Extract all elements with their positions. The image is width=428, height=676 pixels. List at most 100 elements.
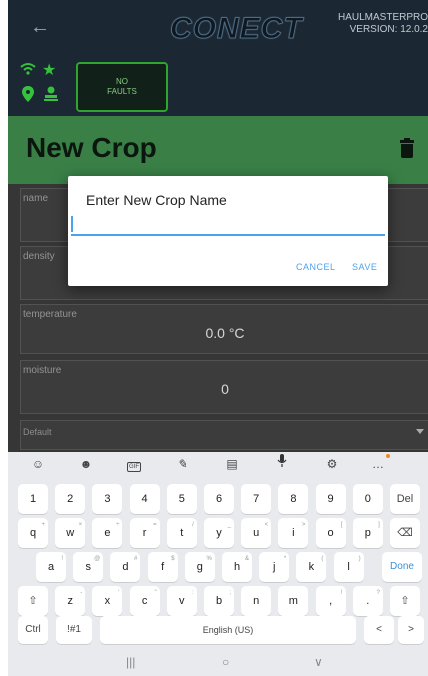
key-secondary-label: ) xyxy=(358,556,361,562)
back-nav-icon[interactable]: ∨ xyxy=(314,655,323,669)
key-label: y xyxy=(216,527,222,539)
mic-icon[interactable] xyxy=(270,454,294,474)
location-pin-icon xyxy=(22,86,34,105)
key-4-10[interactable]: ⇧ xyxy=(390,586,420,616)
key-3-9[interactable]: Done xyxy=(382,552,422,582)
notification-dot xyxy=(386,454,390,458)
key-label: 9 xyxy=(327,493,334,505)
key-3-5[interactable]: h & xyxy=(222,552,252,582)
key-2-0[interactable]: q + xyxy=(18,518,48,548)
handwriting-icon[interactable]: ✎ xyxy=(170,454,194,474)
key-secondary-label: < xyxy=(264,522,269,528)
cancel-button[interactable]: CANCEL xyxy=(296,262,336,272)
symbols-key[interactable]: !#1 xyxy=(56,616,92,644)
key-secondary-label: ? xyxy=(376,590,380,596)
key-label: n xyxy=(253,595,260,607)
key-4-3[interactable]: c " xyxy=(129,586,160,616)
key-secondary-label: * xyxy=(283,556,287,562)
ctrl-key[interactable]: Ctrl xyxy=(18,616,48,644)
person-icon xyxy=(44,86,58,105)
key-3-2[interactable]: d # xyxy=(110,552,141,582)
key-secondary-label: _ xyxy=(227,522,231,528)
key-label: 2 xyxy=(67,493,74,505)
key-label: Done xyxy=(390,561,414,572)
key-label: s xyxy=(85,561,91,573)
key-secondary-label: [ xyxy=(340,522,343,528)
key-label: 7 xyxy=(253,493,260,505)
key-label: g xyxy=(196,561,203,573)
key-label: o xyxy=(327,527,334,539)
key-label: > xyxy=(408,624,414,635)
key-3-4[interactable]: g% xyxy=(184,552,215,582)
key-4-5[interactable]: b; xyxy=(204,586,234,616)
key-4-2[interactable]: x ' xyxy=(92,586,123,616)
key-secondary-label: ( xyxy=(321,556,324,562)
key-label: Ctrl xyxy=(25,624,41,635)
dialog-title: Enter New Crop Name xyxy=(86,192,227,208)
key-secondary-label: : xyxy=(192,590,194,596)
key-secondary-label: ÷ xyxy=(116,522,120,528)
save-button[interactable]: SAVE xyxy=(352,262,377,272)
key-secondary-label: + xyxy=(41,522,45,528)
key-label: 6 xyxy=(215,493,223,505)
key-4-1[interactable]: z- xyxy=(55,586,86,616)
space-key[interactable]: English (US) xyxy=(100,616,356,644)
key-3-0[interactable]: a! xyxy=(36,552,66,582)
key-4-8[interactable]: ,! xyxy=(315,586,346,616)
key-label: ⇧ xyxy=(28,595,38,607)
key-label: z xyxy=(67,595,73,607)
left-arrow-key[interactable]: < xyxy=(364,616,394,644)
key-2-10[interactable]: ⌫ xyxy=(390,518,420,548)
key-4-4[interactable]: v: xyxy=(166,586,197,616)
key-4-7[interactable]: m xyxy=(278,586,309,616)
clipboard-icon[interactable]: ▤ xyxy=(220,454,244,474)
key-4-9[interactable]: .? xyxy=(352,586,383,616)
right-arrow-key[interactable]: > xyxy=(398,616,424,644)
key-3-6[interactable]: j * xyxy=(259,552,290,582)
home-icon[interactable]: ○ xyxy=(222,655,229,669)
key-2-8[interactable]: o[ xyxy=(315,518,346,548)
version-info: HAULMASTERPRO VERSION: 12.0.2 xyxy=(308,12,428,36)
key-2-1[interactable]: w × xyxy=(55,518,86,548)
key-label: Del xyxy=(396,493,414,505)
key-label: ⇧ xyxy=(400,595,410,607)
key-label: k xyxy=(308,561,315,573)
key-label: d xyxy=(122,561,129,573)
key-1-10[interactable]: Del xyxy=(390,484,420,514)
key-label: 0 xyxy=(364,493,371,505)
key-label: English (US) xyxy=(202,625,254,635)
key-3-3[interactable]: f $ xyxy=(147,552,178,582)
faults-line-1: NO xyxy=(115,77,128,86)
key-label: b xyxy=(215,595,223,607)
key-3-7[interactable]: k( xyxy=(296,552,327,582)
recents-icon[interactable]: ||| xyxy=(126,655,135,669)
sticker-icon[interactable]: ☻ xyxy=(74,454,98,474)
key-3-1[interactable]: s @ xyxy=(73,552,104,582)
key-4-0[interactable]: ⇧ xyxy=(18,586,48,616)
star-icon: ★ xyxy=(42,62,57,79)
key-3-8[interactable]: l) xyxy=(333,552,364,582)
settings-icon[interactable]: ⚙ xyxy=(320,454,344,474)
arrow-left-icon[interactable]: ← xyxy=(30,16,50,39)
wifi-icon xyxy=(20,62,36,79)
key-label: u xyxy=(253,527,260,539)
key-secondary-label: @ xyxy=(94,556,101,562)
top-app-bar: ← CONECT HAULMASTERPRO VERSION: 12.0.2 xyxy=(8,0,428,56)
status-bar: ★ NO FAULTS xyxy=(8,56,428,116)
new-crop-dialog: Enter New Crop Name CANCEL SAVE xyxy=(68,176,388,286)
faults-indicator[interactable]: NO FAULTS xyxy=(76,62,168,112)
key-4-6[interactable]: n xyxy=(241,586,272,616)
product-name: HAULMASTERPRO xyxy=(337,12,428,23)
key-2-9[interactable]: p] xyxy=(352,518,383,548)
key-secondary-label: > xyxy=(301,522,306,528)
key-secondary-label: ] xyxy=(378,522,380,528)
app-screen: ← CONECT HAULMASTERPRO VERSION: 12.0.2 ★… xyxy=(8,0,428,676)
emoji-icon[interactable]: ☺ xyxy=(26,454,50,474)
crop-name-input[interactable] xyxy=(71,214,385,236)
key-label: l xyxy=(347,561,350,573)
key-secondary-label: $ xyxy=(171,556,175,562)
soft-keyboard: ☺ ☻ GIF ✎ ▤ ⚙ … 1 2 3 4 5 6 7 8 9 0 Del q + w × e ÷ r = t / y… xyxy=(8,452,428,652)
gif-icon[interactable]: GIF xyxy=(122,454,146,474)
key-label: p xyxy=(364,527,371,539)
key-secondary-label: ! xyxy=(61,556,63,562)
